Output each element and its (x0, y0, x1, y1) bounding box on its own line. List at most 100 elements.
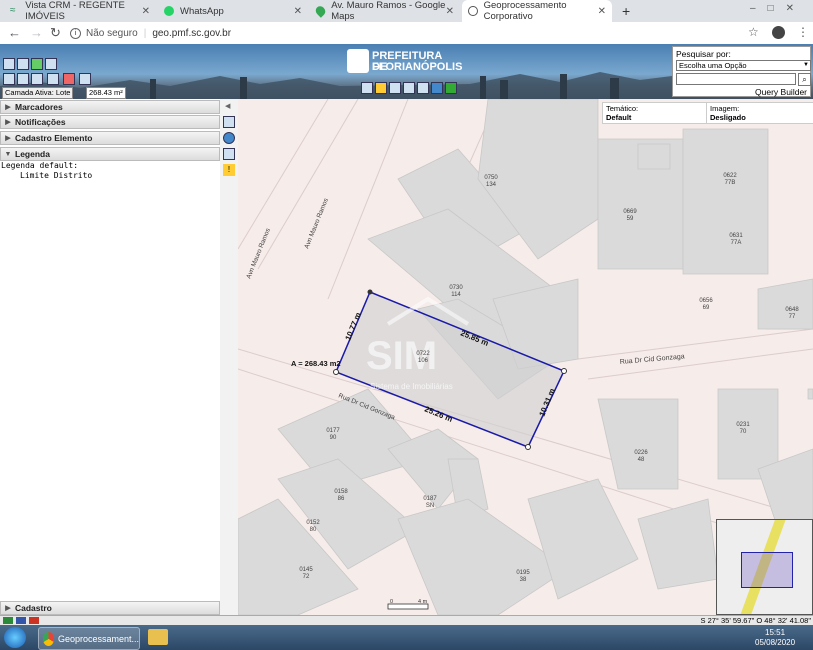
map-canvas[interactable]: SIM Sistema de Imobiliárias 25.85 m 25.2… (238, 99, 813, 615)
whatsapp-icon (164, 6, 174, 16)
maps-icon (313, 4, 328, 18)
window-controls[interactable]: –□✕ (750, 3, 806, 14)
close-icon[interactable]: ✕ (142, 6, 150, 17)
lot-number-label: 48 (638, 457, 645, 463)
lot-code-label: 0669 (623, 209, 637, 215)
lot-code-label: 0656 (699, 298, 713, 304)
watermark-subtitle: Sistema de Imobiliárias (370, 382, 453, 391)
lot-number-label: 134 (486, 182, 497, 188)
lot-number-label: 77B (725, 180, 736, 186)
help-icon[interactable] (431, 82, 443, 94)
scale-bar: 0 4 m (387, 599, 429, 610)
lot-number-label: 77 (789, 314, 796, 320)
folder-icon[interactable] (148, 629, 168, 645)
section-cadastro[interactable]: ▶ Cadastro (0, 601, 220, 615)
lot-code-label: 0631 (729, 233, 743, 239)
security-label: Não seguro (86, 27, 138, 39)
full-extent-icon[interactable] (45, 58, 57, 70)
flag-us-icon[interactable] (16, 617, 26, 624)
clock[interactable]: 15:51 05/08/2020 (755, 628, 795, 648)
favorite-icon[interactable] (375, 82, 387, 94)
overview-map[interactable] (716, 519, 813, 615)
flag-es-icon[interactable] (29, 617, 39, 624)
info-icon[interactable]: i (70, 27, 81, 39)
power-icon[interactable] (445, 82, 457, 94)
lot-code-label: 0226 (634, 450, 648, 456)
section-legenda[interactable]: ▼ Legenda (0, 147, 220, 161)
close-icon[interactable]: ✕ (598, 6, 606, 17)
overview-extent[interactable] (741, 552, 793, 588)
measure-icon[interactable] (389, 82, 401, 94)
menu-icon[interactable]: ⋮ (797, 25, 809, 39)
expand-icon: ▶ (5, 135, 11, 142)
pan-icon[interactable] (31, 58, 43, 70)
lot-code-label: 0187 (423, 496, 437, 502)
section-marcadores[interactable]: ▶ Marcadores (0, 100, 220, 114)
street-label: Rua Dr Cid Gonzaga (620, 353, 685, 366)
cursor-icon[interactable] (47, 73, 59, 85)
settings-icon[interactable] (417, 82, 429, 94)
forward-icon[interactable]: → (30, 25, 43, 40)
url-text: geo.pmf.sc.gov.br (152, 27, 232, 39)
location-pin-icon[interactable] (223, 132, 235, 144)
reload-icon[interactable]: ↻ (50, 25, 61, 41)
tab-geoprocessamento[interactable]: Geoprocessamento Corporativo ✕ (462, 0, 612, 22)
search-input[interactable] (676, 73, 796, 85)
tab-google-maps[interactable]: Av. Mauro Ramos - Google Maps ✕ (310, 0, 460, 22)
warning-icon[interactable]: ! (223, 164, 235, 176)
lot-number-label: 77A (731, 240, 742, 246)
new-tab-button[interactable]: + (616, 0, 636, 22)
info-tool-icon[interactable] (79, 73, 91, 85)
tab-label: Av. Mauro Ramos - Google Maps (331, 0, 446, 22)
back-icon[interactable]: ← (8, 25, 21, 40)
select-icon[interactable] (3, 73, 15, 85)
gis-header: Camada Ativa: Lote 268.43 m² PREFEITURA … (0, 44, 813, 99)
section-cadastro-elemento[interactable]: ▶ Cadastro Elemento (0, 131, 220, 145)
lot-code-label: 0145 (299, 567, 313, 573)
address-bar[interactable]: i Não seguro | geo.pmf.sc.gov.br (70, 24, 740, 42)
lot-code-label: 0622 (723, 173, 737, 179)
taskbar-chrome-app[interactable]: Geoprocessament... (38, 627, 140, 650)
collapse-sidebar-icon[interactable]: ◀ (225, 102, 230, 110)
map-tool-icon[interactable] (223, 116, 235, 128)
active-layer-label: Camada Ativa: Lote (2, 87, 74, 99)
clear-icon[interactable] (63, 73, 75, 85)
vertex-handle[interactable] (333, 369, 339, 375)
tab-label: Geoprocessamento Corporativo (483, 0, 567, 22)
center-toolbar (361, 82, 457, 94)
tematico-value: Default (606, 113, 632, 122)
lot-number-label: 106 (418, 358, 429, 364)
section-notificacoes[interactable]: ▶ Notificações (0, 115, 220, 129)
zoom-in-icon[interactable] (3, 58, 15, 70)
query-builder-link[interactable]: Query Builder (755, 87, 807, 97)
print-icon[interactable] (361, 82, 373, 94)
lot-number-label: 80 (310, 527, 317, 533)
lot-number-label: 59 (627, 216, 634, 222)
legend-item: Limite Distrito (20, 171, 93, 180)
vertex-handle[interactable] (525, 444, 531, 450)
street-label: Avn Mauro Ramos (245, 227, 272, 280)
layers-icon[interactable] (403, 82, 415, 94)
edit-tool-icon[interactable] (223, 148, 235, 160)
vertex-handle[interactable] (367, 289, 373, 295)
search-type-select[interactable]: Escolha uma Opção ▼ (676, 60, 811, 71)
start-button[interactable] (4, 627, 26, 648)
search-map-icon[interactable] (31, 73, 43, 85)
area-label: A = 268.43 m2 (291, 359, 341, 368)
star-icon[interactable]: ☆ (748, 25, 759, 39)
vertex-handle[interactable] (561, 368, 567, 374)
flag-br-icon[interactable] (3, 617, 13, 624)
globe-icon (468, 6, 478, 16)
prefeitura-logo: PREFEITURA DE FLORIANÓPOLIS (347, 48, 462, 76)
profile-icon[interactable] (772, 26, 785, 39)
zoom-out-icon[interactable] (17, 58, 29, 70)
close-icon[interactable]: ✕ (294, 6, 302, 17)
lot-number-label: 90 (330, 435, 337, 441)
tab-label: Vista CRM - REGENTE IMÓVEIS (25, 0, 125, 22)
close-icon[interactable]: ✕ (446, 6, 454, 17)
tab-vista-crm[interactable]: ≈ Vista CRM - REGENTE IMÓVEIS ✕ (4, 0, 156, 22)
tab-whatsapp[interactable]: WhatsApp ✕ (158, 0, 308, 22)
identify-icon[interactable] (17, 73, 29, 85)
search-icon[interactable]: ⌕ (798, 73, 811, 86)
map-info-bar: Temático: Default Imagem: Desligado (602, 102, 813, 124)
